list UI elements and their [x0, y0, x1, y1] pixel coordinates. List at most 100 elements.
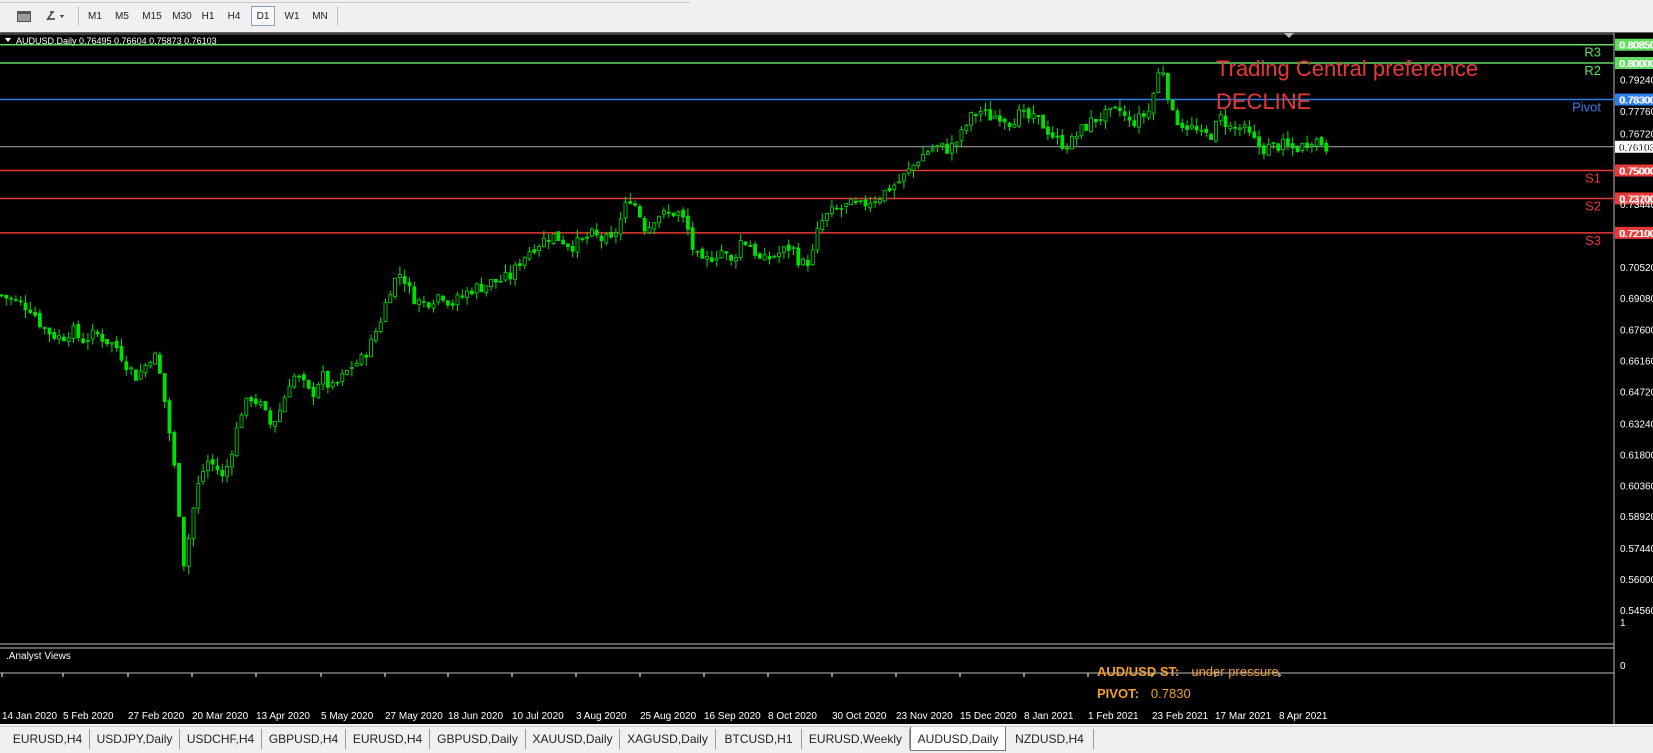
candle-body: [978, 110, 983, 115]
tab-xauusd-daily[interactable]: XAUUSD,Daily: [526, 729, 620, 749]
time-axis-label: 23 Feb 2021: [1152, 711, 1209, 722]
price-scale-label: 0.63240: [1620, 419, 1653, 430]
candle-body: [1300, 143, 1305, 151]
candle-body: [926, 151, 930, 155]
candle-body: [325, 370, 330, 388]
candle-body: [575, 236, 580, 253]
tab-btcusd-h1[interactable]: BTCUSD,H1: [716, 729, 802, 749]
candle-body: [105, 338, 109, 345]
price-scale-label: 0.58920: [1620, 512, 1653, 523]
candle-body: [354, 363, 359, 367]
candle-body: [383, 302, 388, 322]
candle-body: [225, 466, 230, 477]
timeframe-d1[interactable]: D1: [251, 6, 275, 26]
timeframe-m5[interactable]: M5: [110, 6, 134, 26]
candle-body: [66, 337, 71, 342]
candle-body: [882, 189, 887, 202]
candle-body: [527, 251, 532, 260]
candle-body: [566, 243, 570, 248]
chart-window[interactable]: AUDUSD,Daily 0.76495 0.76604 0.75873 0.7…: [0, 32, 1653, 724]
candle-body: [407, 281, 412, 287]
tab-usdjpy-daily[interactable]: USDJPY,Daily: [90, 729, 180, 749]
drawing-tools-icon[interactable]: [42, 6, 70, 26]
tab-nzdusd-h4[interactable]: NZDUSD,H4: [1006, 729, 1094, 749]
candle-body: [489, 279, 494, 288]
time-axis-label: 20 Mar 2020: [192, 711, 249, 722]
candle-body: [1175, 110, 1180, 126]
timeframe-mn[interactable]: MN: [307, 6, 333, 26]
candle-body: [153, 352, 158, 365]
candle-body: [974, 114, 978, 117]
candle-body: [124, 361, 129, 371]
candle-body: [998, 115, 1002, 122]
candle-body: [638, 205, 642, 218]
candle-body: [988, 109, 993, 121]
candle-body: [62, 336, 66, 342]
tab-eurusd-h4[interactable]: EURUSD,H4: [6, 729, 90, 749]
candle-body: [321, 371, 326, 385]
candle-body: [86, 340, 90, 342]
candle-body: [114, 340, 119, 349]
candle-body: [503, 272, 508, 281]
candle-body: [412, 286, 417, 305]
candle-body: [1324, 142, 1329, 152]
chart-shift-marker-icon[interactable]: [1284, 33, 1294, 38]
price-chart[interactable]: AUDUSD,Daily 0.76495 0.76604 0.75873 0.7…: [0, 33, 1653, 724]
candle-body: [345, 370, 350, 375]
analyst-value: 0.7830: [1150, 685, 1191, 701]
time-axis-label: 23 Nov 2020: [896, 711, 953, 722]
timeframe-h4[interactable]: H4: [223, 6, 245, 26]
candle-body: [1218, 114, 1223, 122]
candle-body: [4, 294, 9, 299]
price-scale-label: 0.78300: [1620, 96, 1653, 107]
chart-menu-triangle-icon[interactable]: [5, 38, 11, 42]
candle-body: [1204, 128, 1209, 133]
candle-body: [258, 401, 263, 406]
candle-body: [570, 245, 575, 252]
tab-eurusd-weekly[interactable]: EURUSD,Weekly: [802, 729, 910, 749]
candle-body: [1055, 135, 1060, 138]
time-axis-label: 27 Feb 2020: [128, 711, 185, 722]
timeframe-m15[interactable]: M15: [138, 6, 166, 26]
chart-window-icon[interactable]: [12, 6, 36, 26]
timeframe-m30[interactable]: M30: [168, 6, 196, 26]
time-axis-label: 1 Feb 2021: [1088, 711, 1139, 722]
candle-body: [863, 199, 868, 207]
candle-body: [676, 211, 681, 216]
candle-body: [1079, 124, 1084, 136]
candle-body: [441, 295, 446, 301]
candle-body: [1137, 113, 1141, 128]
tab-xagusd-daily[interactable]: XAGUSD,Daily: [620, 729, 716, 749]
candle-body: [1290, 143, 1295, 149]
candle-body: [133, 369, 138, 381]
candle-body: [38, 312, 42, 328]
candle-body: [1074, 136, 1079, 140]
candle-body: [186, 537, 191, 567]
timeframe-h1[interactable]: H1: [197, 6, 219, 26]
tab-audusd-daily[interactable]: AUDUSD,Daily: [910, 727, 1006, 751]
candle-body: [95, 331, 100, 335]
tab-gbpusd-h4[interactable]: GBPUSD,H4: [262, 729, 346, 749]
candle-body: [1156, 72, 1161, 93]
tab-usdchf-h4[interactable]: USDCHF,H4: [180, 729, 262, 749]
tab-eurusd-h4-2[interactable]: EURUSD,H4: [346, 729, 430, 749]
time-axis-label: 10 Jul 2020: [512, 711, 564, 722]
candle-body: [330, 382, 335, 388]
candle-body: [1286, 138, 1290, 146]
candle-body: [844, 202, 849, 208]
timeframe-m1[interactable]: M1: [84, 6, 106, 26]
candle-body: [738, 240, 743, 258]
tab-gbpusd-daily[interactable]: GBPUSD,Daily: [430, 729, 526, 749]
candle-body: [263, 401, 268, 411]
price-scale-label: 0.72100: [1620, 229, 1653, 240]
candle-body: [493, 278, 498, 283]
timeframe-w1[interactable]: W1: [280, 6, 304, 26]
candle-body: [599, 235, 604, 242]
candle-body: [767, 256, 772, 260]
candle-body: [609, 232, 613, 238]
candle-body: [1098, 119, 1103, 121]
candle-body: [902, 173, 906, 182]
candle-body: [897, 181, 901, 184]
candle-body: [177, 463, 182, 517]
candle-body: [786, 244, 791, 251]
